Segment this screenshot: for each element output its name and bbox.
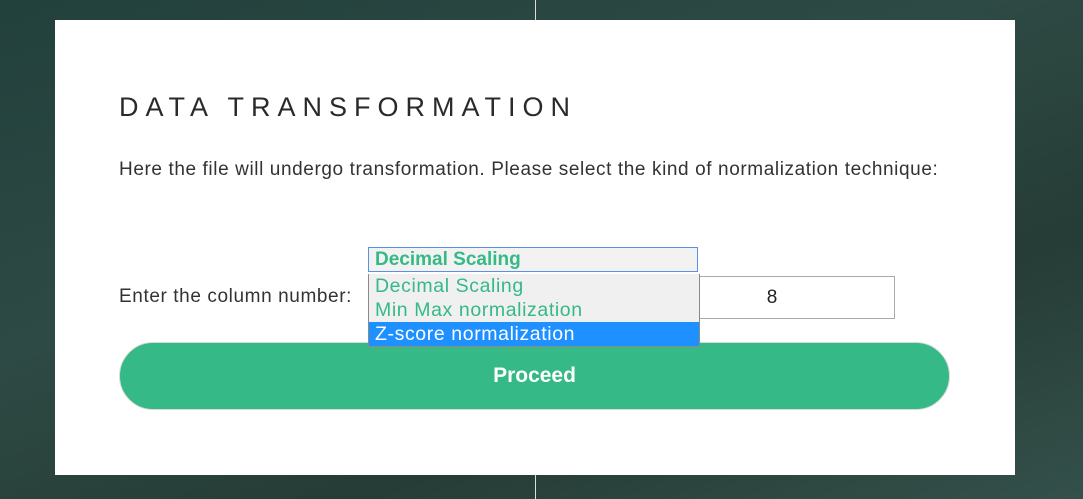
normalization-options-list: Decimal Scaling Min Max normalization Z-… (368, 274, 700, 347)
proceed-button[interactable]: Proceed (119, 342, 950, 410)
column-number-label: Enter the column number: (119, 286, 353, 307)
option-min-max-normalization[interactable]: Min Max normalization (369, 298, 699, 322)
transformation-card: DATA TRANSFORMATION Here the file will u… (55, 20, 1015, 475)
option-decimal-scaling[interactable]: Decimal Scaling (369, 274, 699, 298)
option-z-score-normalization[interactable]: Z-score normalization (369, 322, 699, 346)
page-description: Here the file will undergo transformatio… (119, 159, 939, 180)
normalization-select[interactable]: Decimal Scaling (368, 247, 698, 272)
page-title: DATA TRANSFORMATION (119, 92, 578, 122)
